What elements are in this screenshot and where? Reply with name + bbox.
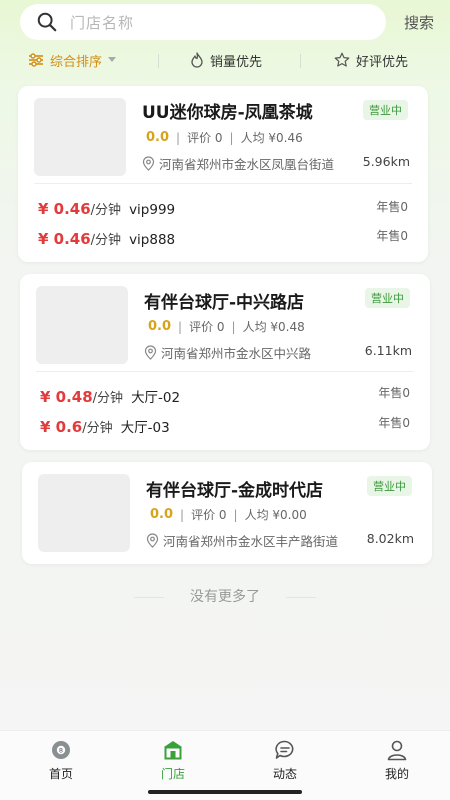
filter-bar: 综合排序 销量优先 好评优先 bbox=[0, 44, 450, 76]
no-more-text: 没有更多了 bbox=[190, 589, 260, 605]
filter-label: 好评优先 bbox=[356, 54, 409, 70]
rating-score: 0.0 bbox=[148, 319, 172, 334]
price-value: ¥ 0.6 bbox=[40, 418, 83, 436]
star-icon bbox=[334, 52, 350, 67]
store-distance: 6.11km bbox=[364, 343, 412, 358]
home-indicator bbox=[148, 790, 302, 794]
review-count: 评价 0 bbox=[191, 508, 227, 522]
search-input[interactable]: 门店名称 bbox=[20, 4, 386, 40]
address-text: 河南省郑州市金水区丰产路街道 bbox=[163, 534, 339, 549]
search-placeholder: 门店名称 bbox=[70, 13, 135, 32]
status-badge: 营业中 bbox=[365, 288, 410, 308]
tab-label: 我的 bbox=[384, 767, 409, 781]
filter-label: 销量优先 bbox=[210, 54, 263, 70]
price-unit: /分钟 bbox=[92, 391, 124, 406]
tab-label: 门店 bbox=[160, 767, 185, 781]
store-meta: 0.0 | 评价 0 | 人均 ¥0.00 bbox=[150, 507, 307, 522]
location-pin-icon bbox=[144, 345, 157, 360]
search-button[interactable]: 搜索 bbox=[394, 12, 434, 33]
store-thumbnail bbox=[36, 286, 128, 364]
filter-sort-comprehensive[interactable]: 综合排序 bbox=[28, 51, 117, 70]
card-divider bbox=[36, 371, 414, 372]
review-count: 评价 0 bbox=[189, 320, 225, 334]
sold-count: 年售0 bbox=[376, 200, 408, 214]
store-address: 河南省郑州市金水区中兴路 bbox=[144, 343, 311, 362]
tab-profile[interactable]: 我的 bbox=[367, 739, 427, 782]
search-icon bbox=[37, 12, 57, 32]
store-name: UU迷你球房-凤凰茶城 bbox=[142, 103, 313, 123]
store-icon bbox=[164, 741, 182, 760]
card-divider bbox=[34, 183, 412, 184]
bottom-tab-bar: 8 首页 门店 动态 我的 bbox=[0, 730, 450, 800]
average-price: 人均 ¥0.46 bbox=[240, 131, 303, 145]
store-card[interactable]: UU迷你球房-凤凰茶城 营业中 0.0 | 评价 0 | 人均 ¥0.46 河南… bbox=[18, 86, 428, 262]
sold-count: 年售0 bbox=[378, 416, 410, 430]
tab-home[interactable]: 8 首页 bbox=[31, 739, 91, 782]
location-pin-icon bbox=[146, 533, 159, 548]
average-price: 人均 ¥0.00 bbox=[244, 508, 307, 522]
sold-count: 年售0 bbox=[376, 229, 408, 243]
store-thumbnail bbox=[34, 98, 126, 176]
address-text: 河南省郑州市金水区中兴路 bbox=[161, 346, 312, 361]
store-distance: 5.96km bbox=[362, 154, 410, 169]
divider-line bbox=[286, 597, 316, 598]
tab-label: 首页 bbox=[48, 767, 73, 781]
address-text: 河南省郑州市金水区凤凰台街道 bbox=[159, 157, 335, 172]
filter-rating-first[interactable]: 好评优先 bbox=[334, 51, 408, 70]
status-badge: 营业中 bbox=[367, 476, 412, 496]
rating-score: 0.0 bbox=[146, 130, 170, 145]
price-row[interactable]: ¥ 0.48 /分钟 大厅-02 bbox=[40, 386, 180, 406]
caret-down-icon bbox=[108, 57, 117, 62]
store-card[interactable]: 有伴台球厅-金成时代店 营业中 0.0 | 评价 0 | 人均 ¥0.00 河南… bbox=[22, 462, 432, 564]
price-row[interactable]: ¥ 0.46 /分钟 vip999 bbox=[38, 199, 175, 218]
store-name: 有伴台球厅-金成时代店 bbox=[146, 481, 324, 501]
filter-sales-first[interactable]: 销量优先 bbox=[190, 51, 262, 70]
sort-sliders-icon bbox=[29, 53, 43, 67]
store-address: 河南省郑州市金水区丰产路街道 bbox=[146, 531, 338, 550]
tab-store[interactable]: 门店 bbox=[143, 739, 203, 782]
price-unit: /分钟 bbox=[90, 233, 122, 248]
price-unit: /分钟 bbox=[82, 421, 113, 436]
search-bar: 门店名称 搜索 bbox=[20, 4, 434, 40]
store-meta: 0.0 | 评价 0 | 人均 ¥0.48 bbox=[148, 319, 305, 334]
tab-feed[interactable]: 动态 bbox=[255, 739, 315, 782]
status-badge: 营业中 bbox=[363, 100, 408, 120]
store-name: 有伴台球厅-中兴路店 bbox=[144, 293, 305, 313]
room-name: vip888 bbox=[129, 232, 176, 248]
price-unit: /分钟 bbox=[90, 203, 122, 218]
filter-separator bbox=[300, 54, 301, 68]
flame-icon bbox=[191, 52, 203, 68]
price-value: ¥ 0.46 bbox=[38, 200, 91, 218]
price-row[interactable]: ¥ 0.6 /分钟 大厅-03 bbox=[40, 416, 170, 436]
chat-bubble-icon bbox=[275, 740, 294, 759]
rating-score: 0.0 bbox=[150, 507, 174, 522]
store-distance: 8.02km bbox=[366, 531, 414, 546]
user-icon bbox=[387, 740, 407, 761]
store-thumbnail bbox=[38, 474, 130, 552]
store-card[interactable]: 有伴台球厅-中兴路店 营业中 0.0 | 评价 0 | 人均 ¥0.48 河南省… bbox=[20, 274, 430, 450]
sold-count: 年售0 bbox=[378, 386, 410, 400]
price-value: ¥ 0.48 bbox=[40, 388, 93, 406]
price-value: ¥ 0.46 bbox=[38, 230, 91, 248]
svg-text:8: 8 bbox=[59, 747, 63, 755]
room-name: 大厅-03 bbox=[120, 420, 170, 436]
billiard-ball-icon: 8 bbox=[52, 741, 70, 759]
price-row[interactable]: ¥ 0.46 /分钟 vip888 bbox=[38, 229, 175, 248]
store-address: 河南省郑州市金水区凤凰台街道 bbox=[142, 154, 334, 173]
filter-label: 综合排序 bbox=[50, 54, 103, 70]
location-pin-icon bbox=[142, 156, 155, 171]
filter-separator bbox=[158, 54, 159, 68]
store-meta: 0.0 | 评价 0 | 人均 ¥0.46 bbox=[146, 130, 303, 145]
average-price: 人均 ¥0.48 bbox=[242, 320, 305, 334]
room-name: vip999 bbox=[129, 202, 176, 218]
room-name: 大厅-02 bbox=[131, 390, 181, 406]
review-count: 评价 0 bbox=[187, 131, 223, 145]
tab-label: 动态 bbox=[272, 767, 297, 781]
